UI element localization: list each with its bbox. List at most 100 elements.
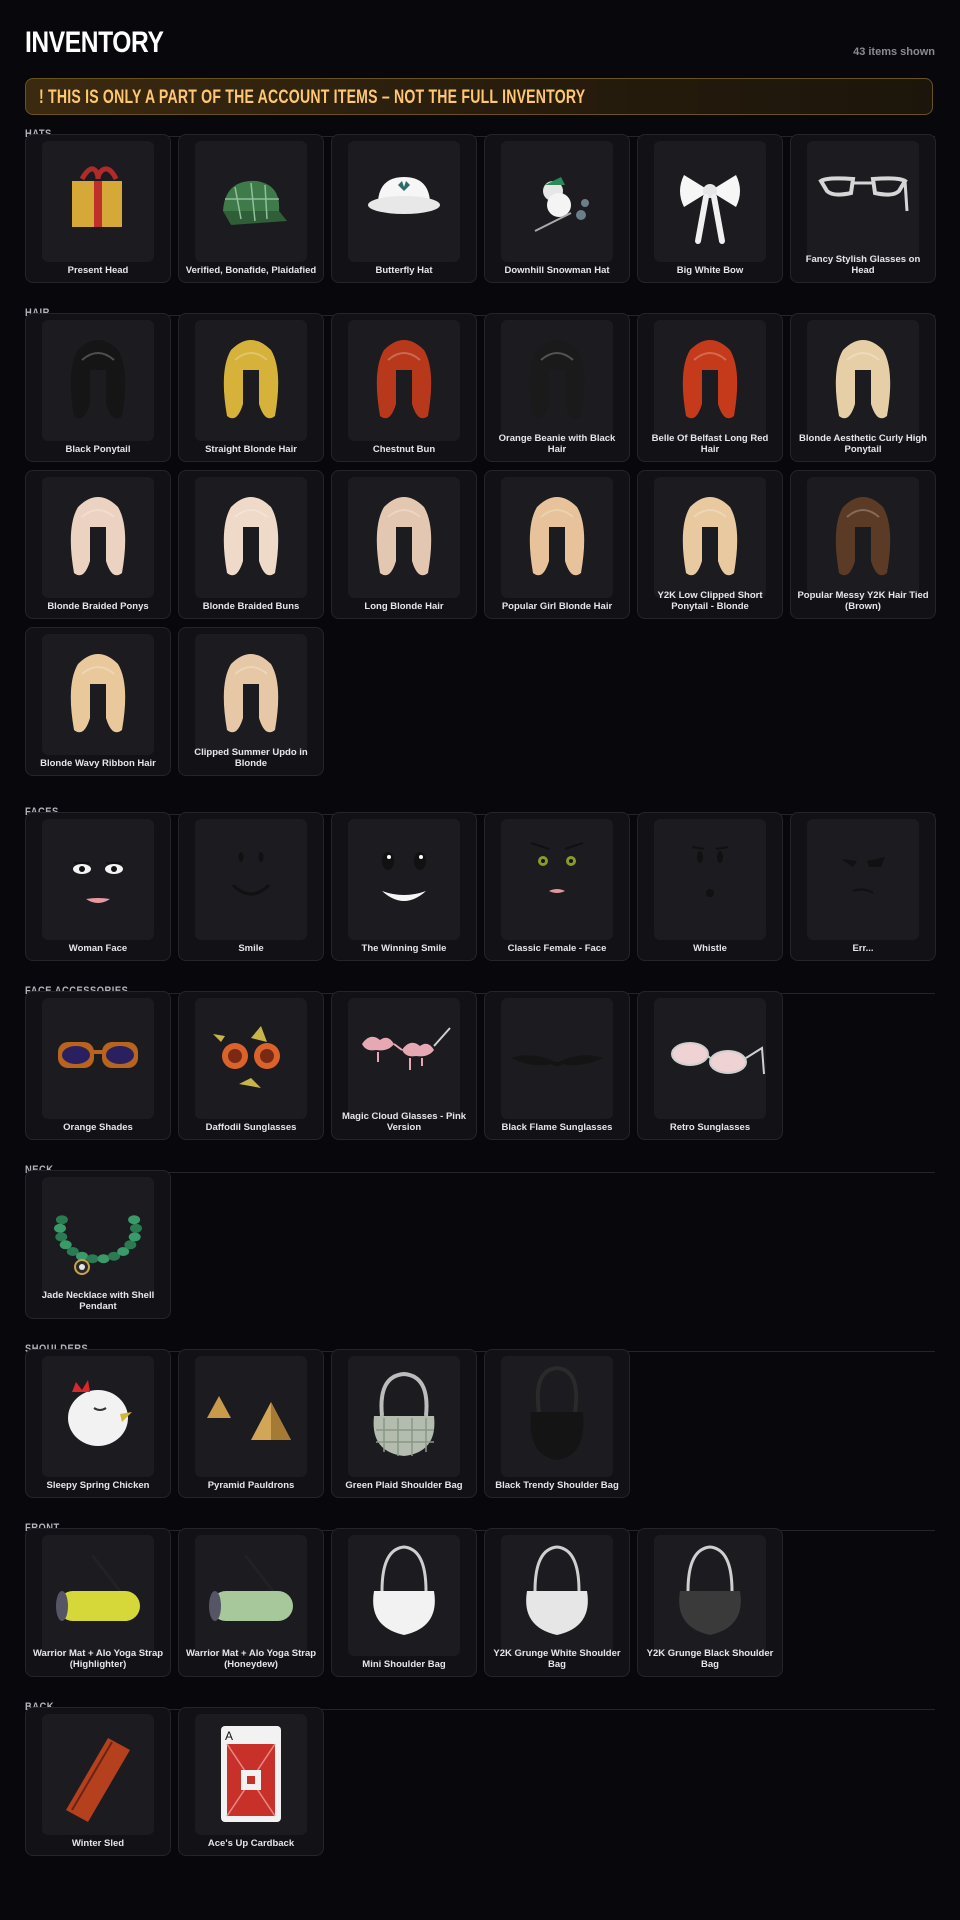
inventory-item-card[interactable]: Whistle xyxy=(637,812,783,961)
item-name: Popular Girl Blonde Hair xyxy=(501,600,613,612)
bag-icon xyxy=(348,1535,460,1656)
hair-icon xyxy=(348,477,460,598)
item-name: Chestnut Bun xyxy=(372,443,436,455)
inventory-item-card[interactable]: Sleepy Spring Chicken xyxy=(25,1349,171,1498)
sunglasses-icon xyxy=(195,998,307,1119)
hair-icon xyxy=(195,320,307,441)
inventory-item-card[interactable]: Retro Sunglasses xyxy=(637,991,783,1140)
inventory-item-card[interactable]: Blonde Aesthetic Curly High Ponytail xyxy=(790,313,936,462)
inventory-item-card[interactable]: Green Plaid Shoulder Bag xyxy=(331,1349,477,1498)
inventory-item-card[interactable]: Verified, Bonafide, Plaidafied xyxy=(178,134,324,283)
item-name: Blonde Braided Buns xyxy=(202,600,300,612)
inventory-item-card[interactable]: Belle Of Belfast Long Red Hair xyxy=(637,313,783,462)
sunglasses-icon xyxy=(501,998,613,1119)
item-name: Y2K Grunge White Shoulder Bag xyxy=(493,1648,621,1670)
hair-icon xyxy=(195,634,307,755)
inventory-item-card[interactable]: Y2K Grunge White Shoulder Bag xyxy=(484,1528,630,1677)
inventory-item-card[interactable]: Downhill Snowman Hat xyxy=(484,134,630,283)
face-icon xyxy=(348,819,460,940)
inventory-item-card[interactable]: Y2K Low Clipped Short Ponytail - Blonde xyxy=(637,470,783,619)
face-icon xyxy=(654,819,766,940)
inventory-item-card[interactable]: Err... xyxy=(790,812,936,961)
snowman-hat-icon xyxy=(501,141,613,262)
inventory-item-card[interactable]: Present Head xyxy=(25,134,171,283)
white-bow-icon xyxy=(654,141,766,262)
item-name: Mini Shoulder Bag xyxy=(362,1658,446,1670)
item-name: Err... xyxy=(852,942,874,954)
item-name: Classic Female - Face xyxy=(507,942,607,954)
inventory-item-card[interactable]: Black Trendy Shoulder Bag xyxy=(484,1349,630,1498)
item-name: Ace's Up Cardback xyxy=(207,1837,295,1849)
inventory-item-card[interactable]: Clipped Summer Updo in Blonde xyxy=(178,627,324,776)
inventory-item-card[interactable]: Butterfly Hat xyxy=(331,134,477,283)
inventory-item-card[interactable]: Popular Girl Blonde Hair xyxy=(484,470,630,619)
inventory-item-card[interactable]: Smile xyxy=(178,812,324,961)
item-name: Y2K Low Clipped Short Ponytail - Blonde xyxy=(657,590,763,612)
inventory-item-card[interactable]: Y2K Grunge Black Shoulder Bag xyxy=(637,1528,783,1677)
hair-icon xyxy=(42,634,154,755)
item-name: Whistle xyxy=(693,942,727,954)
bag-icon xyxy=(501,1356,613,1477)
item-name: Orange Shades xyxy=(63,1121,133,1133)
inventory-item-card[interactable]: Pyramid Pauldrons xyxy=(178,1349,324,1498)
inventory-item-card[interactable]: Winter Sled xyxy=(25,1707,171,1856)
inventory-item-card[interactable]: Blonde Braided Ponys xyxy=(25,470,171,619)
sunglasses-icon xyxy=(654,998,766,1119)
item-name: Popular Messy Y2K Hair Tied (Brown) xyxy=(797,590,929,612)
inventory-item-card[interactable]: Daffodil Sunglasses xyxy=(178,991,324,1140)
section-divider xyxy=(52,1172,935,1173)
inventory-item-card[interactable]: A Ace's Up Cardback xyxy=(178,1707,324,1856)
inventory-item-card[interactable]: Chestnut Bun xyxy=(331,313,477,462)
item-name: Belle Of Belfast Long Red Hair xyxy=(651,433,769,455)
hair-icon xyxy=(654,477,766,598)
item-name: Woman Face xyxy=(68,942,128,954)
item-name: Long Blonde Hair xyxy=(364,600,444,612)
face-icon xyxy=(42,819,154,940)
item-name: Warrior Mat + Alo Yoga Strap (Highlighte… xyxy=(32,1648,164,1670)
sunglasses-icon xyxy=(348,998,460,1119)
inventory-item-card[interactable]: Straight Blonde Hair xyxy=(178,313,324,462)
item-name: Daffodil Sunglasses xyxy=(205,1121,297,1133)
inventory-item-card[interactable]: Black Flame Sunglasses xyxy=(484,991,630,1140)
face-icon xyxy=(195,819,307,940)
gift-box-icon xyxy=(42,141,154,262)
item-name: Downhill Snowman Hat xyxy=(504,264,610,276)
item-name: Magic Cloud Glasses - Pink Version xyxy=(341,1111,467,1133)
inventory-item-card[interactable]: Magic Cloud Glasses - Pink Version xyxy=(331,991,477,1140)
sled-icon xyxy=(42,1714,154,1835)
inventory-item-card[interactable]: Jade Necklace with Shell Pendant xyxy=(25,1170,171,1319)
hair-icon xyxy=(501,477,613,598)
inventory-item-card[interactable]: Classic Female - Face xyxy=(484,812,630,961)
inventory-item-card[interactable]: Orange Beanie with Black Hair xyxy=(484,313,630,462)
inventory-item-card[interactable]: Warrior Mat + Alo Yoga Strap (Highlighte… xyxy=(25,1528,171,1677)
bag-icon xyxy=(654,1535,766,1656)
inventory-item-card[interactable]: Big White Bow xyxy=(637,134,783,283)
inventory-item-card[interactable]: Mini Shoulder Bag xyxy=(331,1528,477,1677)
item-name: Present Head xyxy=(67,264,129,276)
item-name: Black Ponytail xyxy=(65,443,131,455)
inventory-item-card[interactable]: Warrior Mat + Alo Yoga Strap (Honeydew) xyxy=(178,1528,324,1677)
inventory-item-card[interactable]: Fancy Stylish Glasses on Head xyxy=(790,134,936,283)
inventory-item-card[interactable]: Blonde Wavy Ribbon Hair xyxy=(25,627,171,776)
inventory-item-card[interactable]: Black Ponytail xyxy=(25,313,171,462)
inventory-item-card[interactable]: Long Blonde Hair xyxy=(331,470,477,619)
inventory-item-card[interactable]: Popular Messy Y2K Hair Tied (Brown) xyxy=(790,470,936,619)
inventory-item-card[interactable]: Blonde Braided Buns xyxy=(178,470,324,619)
pyramid-icon xyxy=(195,1356,307,1477)
item-name: Butterfly Hat xyxy=(375,264,433,276)
inventory-item-card[interactable]: The Winning Smile xyxy=(331,812,477,961)
playing-card-icon: A xyxy=(195,1714,307,1835)
warning-banner-text: ! THIS IS ONLY A PART OF THE ACCOUNT ITE… xyxy=(39,87,586,108)
item-name: Sleepy Spring Chicken xyxy=(46,1479,150,1491)
item-name: The Winning Smile xyxy=(361,942,447,954)
inventory-item-card[interactable]: Woman Face xyxy=(25,812,171,961)
item-name: Verified, Bonafide, Plaidafied xyxy=(185,264,317,276)
inventory-item-card[interactable]: Orange Shades xyxy=(25,991,171,1140)
item-name: Fancy Stylish Glasses on Head xyxy=(805,254,921,276)
hair-icon xyxy=(42,320,154,441)
item-name: Jade Necklace with Shell Pendant xyxy=(41,1290,155,1312)
item-name: Pyramid Pauldrons xyxy=(207,1479,295,1491)
face-icon xyxy=(807,819,919,940)
item-name: Blonde Wavy Ribbon Hair xyxy=(40,757,156,769)
item-name: Retro Sunglasses xyxy=(669,1121,751,1133)
